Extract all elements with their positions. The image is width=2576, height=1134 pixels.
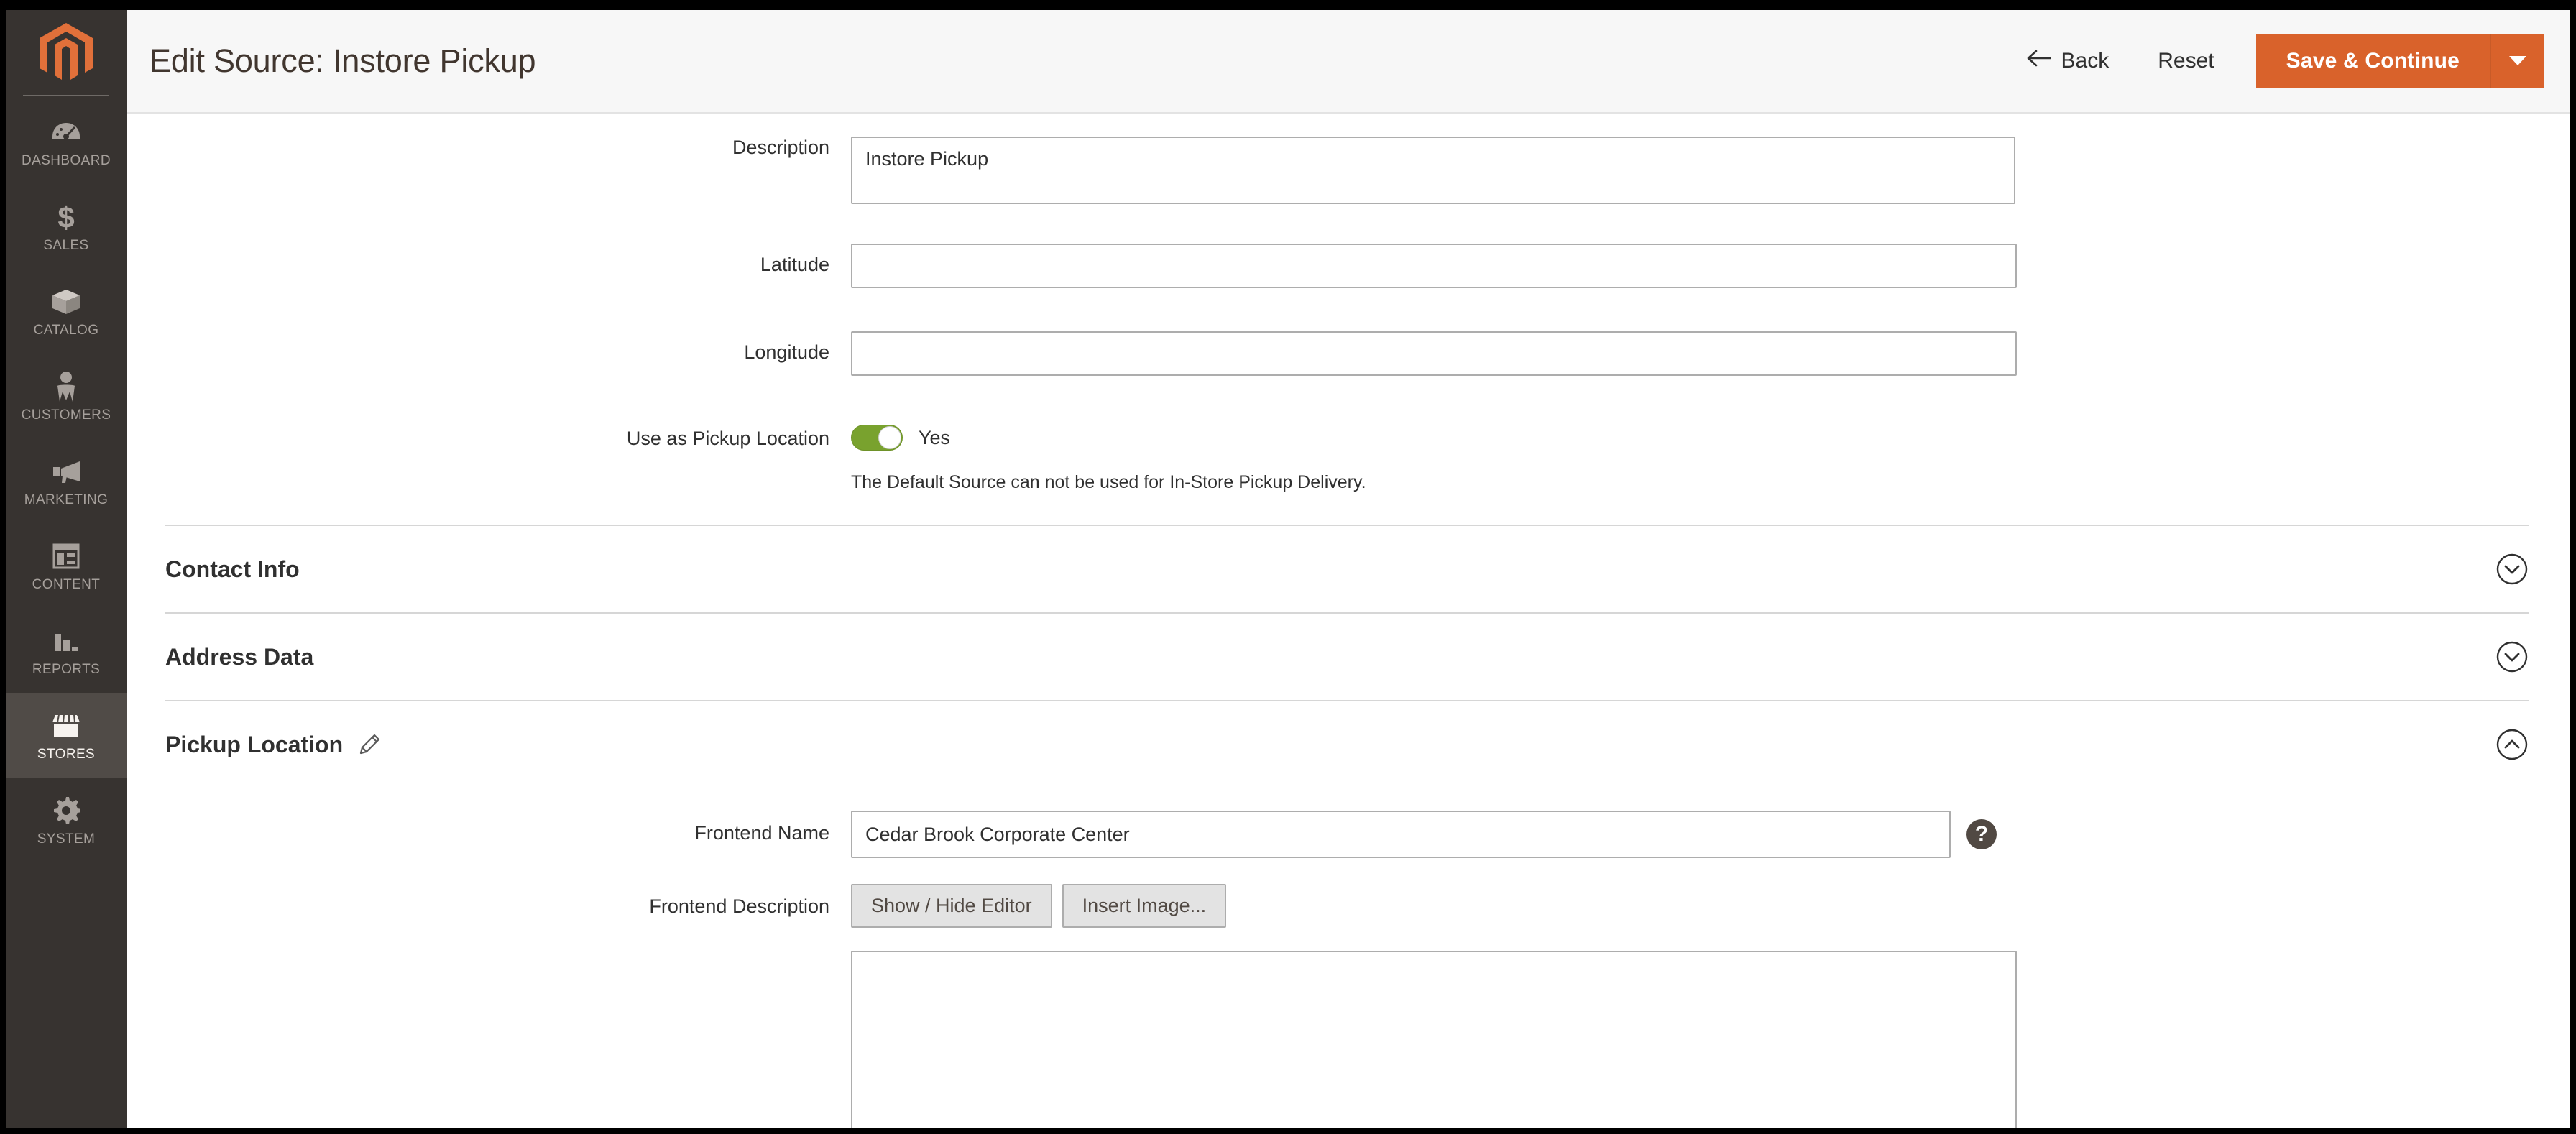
pencil-edit-icon[interactable] [359, 734, 380, 755]
longitude-label: Longitude [744, 341, 829, 363]
field-row-frontend-name: Frontend Name ? [126, 811, 2570, 858]
screenshot-frame: DASHBOARD $ SALES CATALOG CUSTOMERS MARK… [0, 0, 2576, 1134]
latitude-label: Latitude [760, 254, 829, 275]
back-button[interactable]: Back [2002, 49, 2134, 73]
reset-button[interactable]: Reset [2133, 49, 2238, 73]
save-and-continue-button[interactable]: Save & Continue [2255, 34, 2490, 88]
layout-page-icon [52, 541, 80, 571]
browser-viewport: DASHBOARD $ SALES CATALOG CUSTOMERS MARK… [6, 10, 2570, 1128]
frontend-name-control: ? [851, 811, 1997, 858]
toggle-row: Yes [851, 425, 1366, 451]
toggle-knob [878, 426, 901, 449]
use-as-pickup-location-toggle[interactable] [851, 425, 903, 451]
magento-logo[interactable] [6, 10, 126, 95]
longitude-control [851, 331, 2017, 376]
frontend-name-label: Frontend Name [694, 822, 829, 844]
toggle-state-label: Yes [919, 426, 951, 448]
sidebar-item-customers[interactable]: CUSTOMERS [6, 354, 126, 439]
page-header: Edit Source: Instore Pickup Back Reset S… [126, 10, 2570, 114]
section-title: Pickup Location [165, 731, 344, 757]
sidebar-item-marketing[interactable]: MARKETING [6, 439, 126, 524]
box-icon [51, 287, 81, 317]
latitude-input[interactable] [851, 244, 2017, 288]
arrow-left-icon [2027, 49, 2051, 73]
description-control [851, 137, 2015, 208]
sidebar-item-content[interactable]: CONTENT [6, 524, 126, 609]
header-actions: Back Reset Save & Continue [2002, 34, 2544, 88]
description-label: Description [732, 137, 829, 158]
latitude-control [851, 244, 2017, 288]
dashboard-gauge-icon [52, 117, 80, 147]
sidebar-item-reports[interactable]: REPORTS [6, 609, 126, 693]
sidebar-item-label: SYSTEM [37, 831, 96, 847]
save-button-group: Save & Continue [2255, 34, 2544, 88]
field-row-latitude: Latitude [126, 244, 2570, 288]
back-button-label: Back [2061, 49, 2110, 73]
sidebar-item-label: CATALOG [33, 323, 99, 338]
insert-image-button[interactable]: Insert Image... [1062, 884, 1227, 928]
sidebar-item-stores[interactable]: STORES [6, 693, 126, 778]
section-header-pickup-location[interactable]: Pickup Location [165, 700, 2529, 788]
person-icon [55, 372, 77, 402]
storefront-icon [51, 711, 81, 741]
frontend-description-label: Frontend Description [649, 895, 829, 917]
frontend-description-textarea[interactable] [851, 951, 2017, 1128]
megaphone-icon [51, 456, 81, 487]
description-input[interactable] [851, 137, 2015, 204]
frontend-description-control: Show / Hide Editor Insert Image... [851, 884, 2017, 1128]
sidebar-item-catalog[interactable]: CATALOG [6, 269, 126, 354]
field-row-use-as-pickup-location: Use as Pickup Location Yes The Default S… [126, 425, 2570, 493]
chevron-down-icon[interactable] [2496, 553, 2529, 586]
section-title: Address Data [165, 643, 314, 670]
sidebar-item-dashboard[interactable]: DASHBOARD [6, 100, 126, 185]
longitude-input[interactable] [851, 331, 2017, 376]
sidebar-item-label: REPORTS [32, 662, 101, 677]
use-as-pickup-location-control: Yes The Default Source can not be used f… [851, 425, 1366, 493]
sidebar-item-label: STORES [37, 747, 96, 762]
show-hide-editor-button[interactable]: Show / Hide Editor [851, 884, 1052, 928]
save-options-dropdown-button[interactable] [2490, 34, 2544, 88]
sidebar-item-label: SALES [43, 238, 89, 253]
question-mark-help-icon[interactable]: ? [1966, 819, 1997, 849]
sidebar-item-label: DASHBOARD [22, 153, 111, 168]
section-title: Contact Info [165, 556, 300, 582]
field-row-longitude: Longitude [126, 331, 2570, 376]
chevron-up-icon[interactable] [2496, 728, 2529, 761]
editor-toolbar: Show / Hide Editor Insert Image... [851, 884, 2017, 928]
section-header-address-data[interactable]: Address Data [165, 612, 2529, 700]
page-title: Edit Source: Instore Pickup [150, 42, 536, 79]
section-header-contact-info[interactable]: Contact Info [165, 525, 2529, 612]
field-row-frontend-description: Frontend Description Show / Hide Editor … [126, 884, 2570, 1128]
field-row-description: Description [126, 137, 2570, 208]
admin-sidebar: DASHBOARD $ SALES CATALOG CUSTOMERS MARK… [6, 10, 126, 1128]
bar-chart-icon [52, 626, 80, 656]
sidebar-item-label: MARKETING [24, 492, 109, 507]
use-as-pickup-location-label: Use as Pickup Location [626, 428, 829, 449]
sidebar-item-system[interactable]: SYSTEM [6, 778, 126, 863]
reset-button-label: Reset [2158, 49, 2214, 73]
sidebar-item-sales[interactable]: $ SALES [6, 185, 126, 269]
gear-icon [52, 796, 80, 826]
sidebar-item-label: CUSTOMERS [21, 407, 111, 423]
caret-down-icon [2508, 54, 2528, 69]
svg-text:$: $ [58, 202, 74, 232]
sidebar-divider [23, 95, 109, 96]
dollar-sign-icon: $ [56, 202, 76, 232]
use-as-pickup-location-note: The Default Source can not be used for I… [851, 472, 1366, 492]
source-edit-form: Description Latitude Longitude Use as Pi… [126, 115, 2570, 1128]
frontend-name-input[interactable] [851, 811, 1951, 858]
sidebar-item-label: CONTENT [32, 577, 101, 592]
chevron-down-icon[interactable] [2496, 640, 2529, 673]
